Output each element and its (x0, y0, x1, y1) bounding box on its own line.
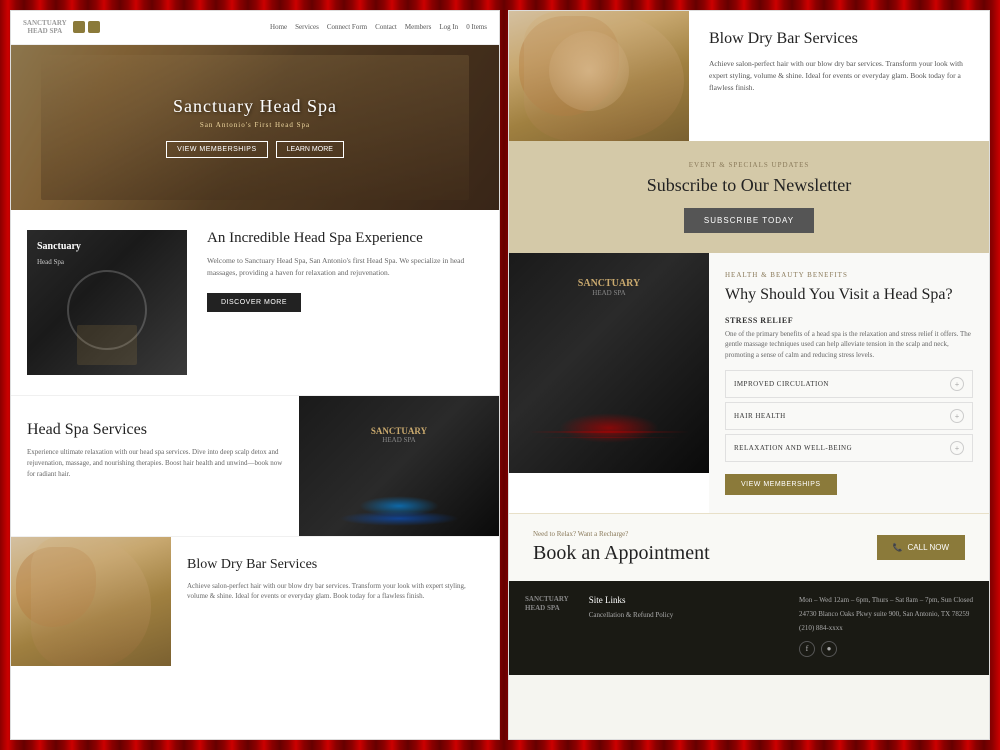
blowdry-image-left (11, 537, 171, 666)
why-eyebrow: HEALTH & BEAUTY BENEFITS (725, 271, 973, 279)
incredible-img-label: Sanctuary (37, 240, 81, 253)
instagram-footer-icon[interactable]: ● (821, 641, 837, 657)
incredible-section: Sanctuary Head Spa An Incredible Head Sp… (11, 210, 499, 395)
blowdry-description-left: Achieve salon-perfect hair with our blow… (187, 581, 483, 602)
blowdry-title-top: Blow Dry Bar Services (709, 29, 969, 50)
facebook-footer-icon[interactable]: f (799, 641, 815, 657)
why-glow-effect (559, 413, 659, 443)
nav-members[interactable]: Members (405, 23, 431, 31)
nav-connect[interactable]: Connect Form (327, 23, 367, 31)
hero-section: Sanctuary Head Spa San Antonio's First H… (11, 45, 499, 210)
nav-social (73, 21, 100, 33)
hero-subtitle: San Antonio's First Head Spa (200, 121, 310, 129)
incredible-img-sub: Head Spa (37, 258, 64, 266)
nav-services[interactable]: Services (295, 23, 319, 31)
why-img-logo: SANCTUARY HEAD SPA (578, 278, 640, 297)
blowdry-title-left: Blow Dry Bar Services (187, 557, 483, 573)
footer: SANCTUARY HEAD SPA Site Links Cancellati… (509, 581, 989, 675)
learn-more-button[interactable]: LEARN MORE (276, 141, 344, 158)
footer-phone: (210) 884-xxxx (799, 623, 973, 635)
blowdry-description-top: Achieve salon-perfect hair with our blow… (709, 58, 969, 94)
facebook-icon[interactable] (73, 21, 85, 33)
left-panel: SANCTUARY HEAD SPA Home Services Connect… (10, 10, 500, 740)
services-text: Head Spa Services Experience ultimate re… (11, 396, 299, 536)
footer-link-cancellation[interactable]: Cancellation & Refund Policy (589, 611, 779, 619)
blowdry-image-top (509, 11, 689, 141)
nav-cart[interactable]: 0 Items (466, 23, 487, 31)
book-section: Need to Relax? Want a Recharge? Book an … (509, 513, 989, 581)
blowdry-text-left: Blow Dry Bar Services Achieve salon-perf… (171, 537, 499, 666)
book-text: Need to Relax? Want a Recharge? Book an … (533, 530, 710, 565)
why-section: SANCTUARY HEAD SPA HEALTH & BEAUTY BENEF… (509, 253, 989, 513)
why-title: Why Should You Visit a Head Spa? (725, 285, 973, 306)
hero-buttons: VIEW MEMBERSHIPS LEARN MORE (166, 141, 344, 158)
incredible-image: Sanctuary Head Spa (27, 230, 187, 375)
navigation: SANCTUARY HEAD SPA Home Services Connect… (11, 11, 499, 45)
why-section-title: STRESS RELIEF (725, 316, 973, 325)
footer-site-links-title: Site Links (589, 595, 779, 605)
main-container: SANCTUARY HEAD SPA Home Services Connect… (0, 0, 1000, 750)
accordion-icon-circulation: + (950, 377, 964, 391)
accordion-item-circulation[interactable]: IMPROVED CIRCULATION + (725, 370, 973, 398)
newsletter-title: Subscribe to Our Newsletter (529, 175, 969, 196)
why-description: One of the primary benefits of a head sp… (725, 329, 973, 361)
discover-more-button[interactable]: DISCOVER MORE (207, 293, 301, 312)
call-now-label: CALL NOW (908, 543, 950, 552)
hair-woman-image-top (509, 11, 689, 141)
services-description: Experience ultimate relaxation with our … (27, 447, 283, 481)
hair-woman-image-left (11, 537, 171, 666)
services-image: SANCTUARY HEAD SPA (299, 396, 499, 536)
instagram-icon[interactable] (88, 21, 100, 33)
footer-site-links: Site Links Cancellation & Refund Policy (589, 595, 779, 661)
footer-hours: Mon – Wed 12am – 6pm, Thurs – Sat 8am – … (799, 595, 973, 607)
view-memberships-button-why[interactable]: VIEW MEMBERSHIPS (725, 474, 837, 495)
footer-contact: Mon – Wed 12am – 6pm, Thurs – Sat 8am – … (799, 595, 973, 661)
accordion-label-hair: HAIR HEALTH (734, 412, 786, 420)
subscribe-button[interactable]: SUBSCRIBE TODAY (684, 208, 814, 233)
phone-icon: 📞 (893, 543, 903, 552)
nav-home[interactable]: Home (270, 23, 287, 31)
book-title: Book an Appointment (533, 542, 710, 565)
services-section: Head Spa Services Experience ultimate re… (11, 395, 499, 536)
why-image: SANCTUARY HEAD SPA (509, 253, 709, 473)
view-memberships-button[interactable]: VIEW MEMBERSHIPS (166, 141, 268, 158)
call-now-button[interactable]: 📞 CALL NOW (877, 535, 965, 560)
right-panel: Blow Dry Bar Services Achieve salon-perf… (508, 10, 990, 740)
accordion-icon-relaxation: + (950, 441, 964, 455)
hero-content: Sanctuary Head Spa San Antonio's First H… (11, 45, 499, 210)
incredible-description: Welcome to Sanctuary Head Spa, San Anton… (207, 255, 483, 279)
nav-login[interactable]: Log In (439, 23, 458, 31)
nav-contact[interactable]: Contact (375, 23, 397, 31)
incredible-text: An Incredible Head Spa Experience Welcom… (187, 230, 483, 312)
services-img-logo: SANCTUARY HEAD SPA (371, 426, 427, 444)
blowdry-section-top: Blow Dry Bar Services Achieve salon-perf… (509, 11, 989, 141)
accordion-icon-hair: + (950, 409, 964, 423)
blowdry-section-left: Blow Dry Bar Services Achieve salon-perf… (11, 536, 499, 666)
newsletter-section: EVENT & SPECIALS UPDATES Subscribe to Ou… (509, 141, 989, 253)
footer-address: 24730 Blanco Oaks Pkwy suite 900, San An… (799, 609, 973, 621)
book-eyebrow: Need to Relax? Want a Recharge? (533, 530, 710, 538)
services-title: Head Spa Services (27, 421, 283, 439)
why-text: HEALTH & BEAUTY BENEFITS Why Should You … (709, 253, 989, 513)
newsletter-eyebrow: EVENT & SPECIALS UPDATES (529, 161, 969, 169)
incredible-title: An Incredible Head Spa Experience (207, 230, 483, 247)
nav-links: Home Services Connect Form Contact Membe… (270, 23, 487, 31)
accordion-item-hair[interactable]: HAIR HEALTH + (725, 402, 973, 430)
accordion-label-circulation: IMPROVED CIRCULATION (734, 380, 829, 388)
footer-logo: SANCTUARY HEAD SPA (525, 595, 569, 661)
nav-logo: SANCTUARY HEAD SPA (23, 19, 67, 36)
blowdry-text-top: Blow Dry Bar Services Achieve salon-perf… (689, 11, 989, 141)
accordion-item-relaxation[interactable]: RELAXATION AND WELL-BEING + (725, 434, 973, 462)
footer-social: f ● (799, 641, 973, 659)
hero-title: Sanctuary Head Spa (173, 96, 337, 117)
accordion-label-relaxation: RELAXATION AND WELL-BEING (734, 444, 852, 452)
